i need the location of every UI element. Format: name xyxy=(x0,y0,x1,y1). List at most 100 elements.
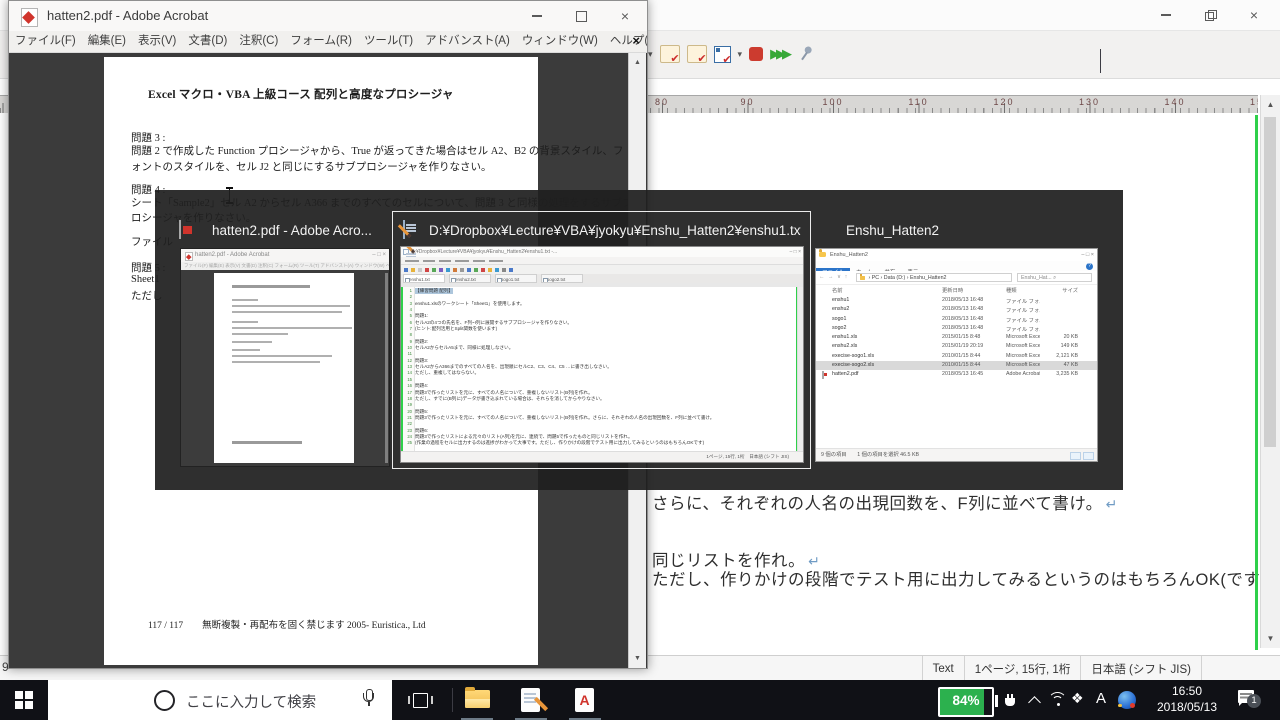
editor-tab-enshu2.txt[interactable]: enshu2.txt xyxy=(449,274,491,283)
taskbar-explorer-button[interactable] xyxy=(455,680,499,720)
column-name[interactable]: 名前 xyxy=(832,286,843,294)
right-margin-line xyxy=(1255,115,1258,650)
stop-icon[interactable] xyxy=(749,47,763,61)
selected-preview-frame[interactable]: D:¥Dropbox¥Lecture¥VBA¥jyokyu¥Enshu_Hatt… xyxy=(392,211,811,469)
file-row-execise-sogo2.xls[interactable]: execise-sogo2.xls2010/01/15 8:44Microsof… xyxy=(816,361,1097,370)
menu-フォーム(R)[interactable]: フォーム(R) xyxy=(284,31,358,52)
editor-thumb-lines: 1【練習問題 配列】23enshu1.xlsのワークシート「Sheet1」を使用… xyxy=(403,288,788,447)
screen: × ▾ ▾ ▶▶▶ 8090100110120130140150 さらに xyxy=(0,0,1280,720)
column-size[interactable]: サイズ xyxy=(1042,286,1078,294)
dropdown-arrow-icon[interactable]: ▾ xyxy=(648,49,653,60)
breadcrumb-path: › PC › Data (D:) › Enshu_Hatten2 xyxy=(867,275,946,281)
file-row-enshu2[interactable]: enshu22018/05/13 16:48ファイル フォルダー xyxy=(816,305,1097,314)
menu-表示(V)[interactable]: 表示(V) xyxy=(132,31,182,52)
dropbox-icon[interactable]: ❖ xyxy=(1071,690,1084,707)
minimize-button[interactable] xyxy=(515,1,559,31)
column-headers: 名前 更新日時 種類 サイズ xyxy=(816,286,1097,295)
hand-check-icon[interactable] xyxy=(660,45,680,63)
breadcrumb[interactable]: › PC › Data (D:) › Enshu_Hatten2 xyxy=(856,273,1012,282)
ruler-number: 80 xyxy=(655,97,669,107)
task-view-button[interactable] xyxy=(398,680,444,720)
view-large-icon[interactable] xyxy=(1083,452,1094,460)
scroll-up-icon[interactable]: ▲ xyxy=(629,59,646,66)
editor-text-line: さらに、それぞれの人名の出現回数を、F列に並べて書け。↵ xyxy=(652,490,1118,514)
preview-thumbnail-editor[interactable]: D:¥Dropbox¥Lecture¥VBA¥jyokyu¥Enshu_Hatt… xyxy=(400,246,804,463)
column-date[interactable]: 更新日時 xyxy=(942,286,963,294)
dropdown-arrow-icon[interactable]: ▾ xyxy=(738,49,743,60)
statusbar-doctype: Text xyxy=(922,656,964,681)
battery-indicator[interactable]: 84% xyxy=(938,687,994,717)
thumb-editor-menubar xyxy=(401,257,803,264)
close-button[interactable]: × xyxy=(603,1,647,31)
task-view-icon xyxy=(413,693,428,708)
thumb-pdf-page xyxy=(214,273,354,463)
menu-ツール(T)[interactable]: ツール(T) xyxy=(358,31,419,52)
start-button[interactable] xyxy=(0,680,48,720)
ruler-number: 140 xyxy=(1164,97,1185,107)
wifi-icon[interactable] xyxy=(1048,692,1068,708)
file-row-sogo2[interactable]: sogo22018/05/13 16:48ファイル フォルダー xyxy=(816,324,1097,333)
clock-time: 16:50 xyxy=(1146,684,1228,700)
menu-ウィンドウ(W)[interactable]: ウィンドウ(W) xyxy=(516,31,604,52)
scroll-down-icon[interactable]: ▼ xyxy=(1261,634,1280,643)
pdf-file-icon xyxy=(179,220,181,239)
file-row-hatten2.pdf[interactable]: hatten2.pdf2018/05/13 16:45Adobe Acrobat… xyxy=(816,370,1097,379)
preview-thumbnail-acrobat[interactable]: hatten2.pdf - Adobe Acrobat – □ × ファイル(F… xyxy=(180,248,390,467)
hand-check-multi-icon[interactable] xyxy=(687,45,707,63)
thumb-explorer-statusbar: 9 個の項目 1 個の項目を選択 46.5 KB xyxy=(816,448,1097,461)
editor-scrollbar[interactable]: ▲ ▼ xyxy=(1260,95,1280,648)
blue-app-icon[interactable] xyxy=(1118,691,1136,709)
scroll-down-icon[interactable]: ▼ xyxy=(629,655,646,662)
preview-thumbnail-explorer[interactable]: Enshu_Hatten2 – □ × ファイルホーム共有表示 ? ← → ∨ … xyxy=(815,248,1098,462)
search-box[interactable]: Enshu_Hat... ⌕ xyxy=(1017,273,1092,282)
menu-ファイル(F)[interactable]: ファイル(F) xyxy=(9,31,82,52)
taskbar-editor-button[interactable] xyxy=(509,680,553,720)
restore-button[interactable] xyxy=(1188,0,1232,30)
editor-text-line: ただし、作りかけの段階でテスト用に出力してみるというのはもちろんOK(です) ↵ xyxy=(652,566,1280,590)
checkbox-list-icon[interactable] xyxy=(714,46,731,63)
file-row-enshu2.xls[interactable]: enshu2.xls2015/01/19 20:19Microsoft Exce… xyxy=(816,342,1097,351)
document-close-icon[interactable]: × xyxy=(632,34,640,48)
taskbar-clock[interactable]: 16:50 2018/05/13 xyxy=(1146,684,1228,715)
file-row-enshu1.xls[interactable]: enshu1.xls2015/01/15 8:48Microsoft Excel… xyxy=(816,333,1097,342)
text-editor-icon xyxy=(403,220,405,239)
preview-title-acrobat: hatten2.pdf - Adobe Acro... xyxy=(212,223,382,238)
thumb-acrobat-menubar: ファイル(F) 編集(E) 表示(V) 文書(D) 注釈(C) フォーム(R) … xyxy=(181,262,389,270)
column-type[interactable]: 種類 xyxy=(1006,286,1017,294)
minimize-button[interactable] xyxy=(1144,0,1188,30)
ime-mode-indicator[interactable]: A xyxy=(1096,690,1106,707)
menu-アドバンスト(A)[interactable]: アドバンスト(A) xyxy=(419,31,516,52)
file-row-enshu1[interactable]: enshu12018/05/13 16:48ファイル フォルダー xyxy=(816,296,1097,305)
view-list-icon[interactable] xyxy=(1070,452,1081,460)
clock-date: 2018/05/13 xyxy=(1146,700,1228,716)
text-editor-icon xyxy=(521,688,540,712)
power-plug-icon[interactable] xyxy=(1004,694,1016,706)
close-button[interactable]: × xyxy=(1232,0,1276,30)
scroll-up-icon[interactable]: ▲ xyxy=(1261,100,1280,109)
menu-ヘルプ(H)[interactable]: ヘルプ(H) xyxy=(604,31,647,52)
editor-tab-enshu1.txt[interactable]: enshu1.txt xyxy=(403,274,445,283)
pdf-q3-line1: 問題 2 で作成した Function プロシージャから、True が返ってきた… xyxy=(131,143,623,158)
ruler-number: 130 xyxy=(1079,97,1100,107)
hidden-icons-chevron[interactable] xyxy=(1028,696,1041,709)
editor-tab-sogo2.txt[interactable]: sogo2.txt xyxy=(541,274,583,283)
menu-編集(E)[interactable]: 編集(E) xyxy=(82,31,132,52)
menu-文書(D)[interactable]: 文書(D) xyxy=(182,31,233,52)
scrollbar-thumb[interactable] xyxy=(1264,117,1276,447)
microphone-icon[interactable] xyxy=(362,689,376,710)
taskbar-search[interactable]: ここに入力して検索 xyxy=(48,680,392,720)
thumb-explorer-title: Enshu_Hatten2 xyxy=(830,252,868,258)
menu-注釈(C)[interactable]: 注釈(C) xyxy=(233,31,284,52)
action-center-button[interactable]: 1 xyxy=(1238,690,1256,707)
file-row-sogo1[interactable]: sogo12018/05/13 16:48ファイル フォルダー xyxy=(816,315,1097,324)
pdf-file-icon xyxy=(822,371,824,379)
fast-forward-icon[interactable]: ▶▶▶ xyxy=(770,46,792,62)
maximize-button[interactable] xyxy=(559,1,603,31)
taskbar-acrobat-button[interactable]: A xyxy=(563,680,607,720)
text-editor-icon xyxy=(403,249,409,255)
editor-tab-sogo1.txt[interactable]: sogo1.txt xyxy=(495,274,537,283)
file-row-execise-sogo1.xls[interactable]: execise-sogo1.xls2010/01/15 8:44Microsof… xyxy=(816,352,1097,361)
ruler-number: 120 xyxy=(993,97,1014,107)
thumb-editor-title: D:¥Dropbox¥Lecture¥VBA¥jyokyu¥Enshu_Hatt… xyxy=(411,249,741,255)
pin-icon[interactable] xyxy=(795,43,817,66)
